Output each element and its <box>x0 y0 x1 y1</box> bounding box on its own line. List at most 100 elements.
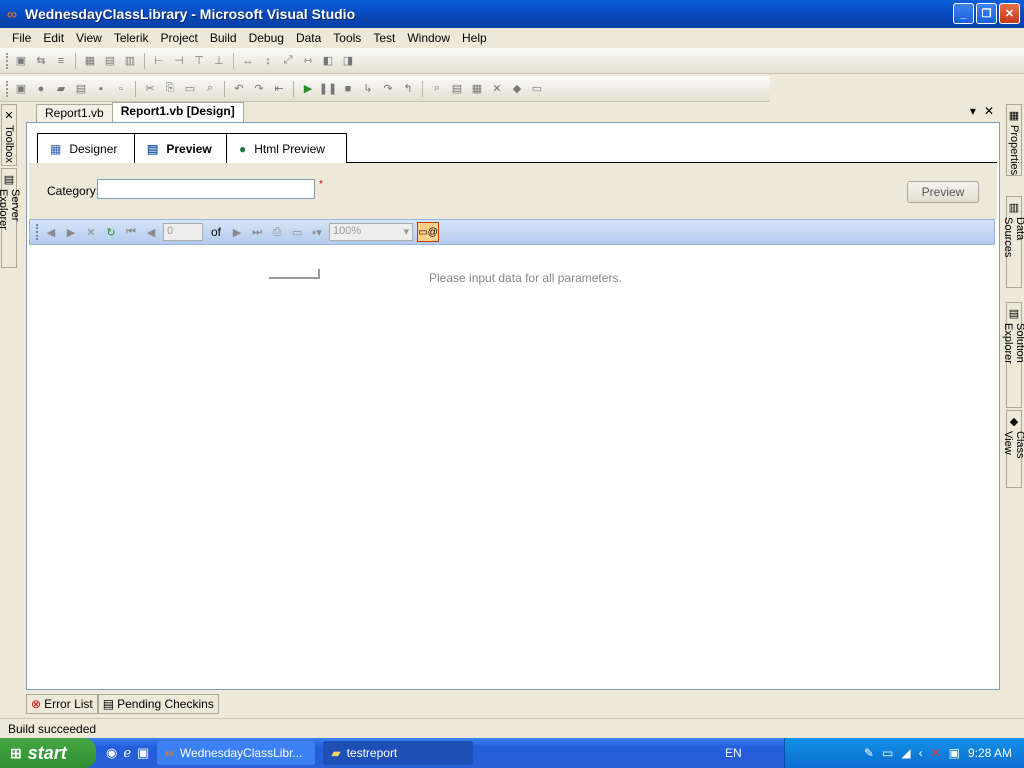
tab-designer[interactable]: ▦ Designer <box>37 133 135 163</box>
tab-pending-checkins[interactable]: ▤ Pending Checkins <box>97 694 219 714</box>
class-view-tab[interactable]: ◆ Class View <box>1002 410 1024 488</box>
volume-icon[interactable]: ◢ <box>901 746 910 760</box>
size-width-icon[interactable]: ↔ <box>240 53 256 69</box>
paste-icon[interactable]: ▭ <box>182 81 198 97</box>
server-explorer-tab[interactable]: ▤ Server Explorer <box>0 168 21 268</box>
solution-explorer-tab[interactable]: ▤ Solution Explorer <box>1002 302 1024 408</box>
find-icon[interactable]: ⌕ <box>202 81 218 97</box>
menu-build[interactable]: Build <box>204 31 243 45</box>
copy-icon[interactable]: ⎘ <box>162 81 178 97</box>
tab-list-icon[interactable]: ▾ <box>970 104 976 118</box>
menu-view[interactable]: View <box>70 31 108 45</box>
solution-icon[interactable]: ▤ <box>73 81 89 97</box>
network-icon[interactable]: ▭ <box>882 746 893 760</box>
menu-tools[interactable]: Tools <box>327 31 367 45</box>
menu-window[interactable]: Window <box>401 31 456 45</box>
align-icon[interactable]: ≡ <box>53 53 69 69</box>
solution-explorer-icon[interactable]: ▤ <box>449 81 465 97</box>
stop-icon[interactable]: ✕ <box>83 224 99 240</box>
close-button[interactable]: ✕ <box>999 3 1020 24</box>
open-folder-icon[interactable]: ▰ <box>53 81 69 97</box>
first-page-icon[interactable]: ⏮ <box>123 224 139 240</box>
page-number-input[interactable]: 0 <box>163 223 203 241</box>
step-out-icon[interactable]: ↰ <box>400 81 416 97</box>
cut-icon[interactable]: ✂ <box>142 81 158 97</box>
language-indicator[interactable]: EN <box>725 746 742 760</box>
internet-explorer-icon[interactable]: ℯ <box>123 745 131 761</box>
print-icon[interactable]: ⎙ <box>269 224 285 240</box>
back-icon[interactable]: ◀ <box>43 224 59 240</box>
properties-icon[interactable]: ▦ <box>469 81 485 97</box>
toolbox-tab[interactable]: ✕ Toolbox <box>1 104 17 166</box>
menu-data[interactable]: Data <box>290 31 327 45</box>
find-in-files-icon[interactable]: ⌕ <box>429 81 445 97</box>
minimize-button[interactable]: _ <box>953 3 974 24</box>
start-button[interactable]: ⊞ start <box>0 738 96 768</box>
toolbar-grip[interactable] <box>6 80 9 97</box>
close-document-icon[interactable]: ✕ <box>984 104 994 118</box>
last-page-icon[interactable]: ⏭ <box>249 224 265 240</box>
save-all-icon[interactable]: ▫ <box>113 81 129 97</box>
add-item-icon[interactable]: ● <box>33 81 49 97</box>
start-debug-icon[interactable]: ▶ <box>300 81 316 97</box>
align-right-icon[interactable]: ⊤ <box>191 53 207 69</box>
data-sources-tab[interactable]: ▥ Data Sources <box>1002 196 1024 288</box>
tray-icon[interactable]: ✎ <box>864 746 874 760</box>
antivirus-icon[interactable]: ✕ <box>931 746 941 760</box>
menu-help[interactable]: Help <box>456 31 493 45</box>
export-icon[interactable]: ▪▾ <box>309 224 325 240</box>
step-over-icon[interactable]: ↷ <box>380 81 396 97</box>
restore-button[interactable]: ❐ <box>976 3 997 24</box>
tab-report1-design[interactable]: Report1.vb [Design] <box>111 102 244 122</box>
category-input[interactable] <box>97 179 315 199</box>
save-icon[interactable]: ▪ <box>93 81 109 97</box>
menu-project[interactable]: Project <box>155 31 204 45</box>
menu-test[interactable]: Test <box>367 31 401 45</box>
tray-expand-icon[interactable]: ‹ <box>919 746 923 760</box>
new-item-icon[interactable]: ▣ <box>13 81 29 97</box>
align-top-icon[interactable]: ⊥ <box>211 53 227 69</box>
preview-button[interactable]: Preview <box>907 181 979 203</box>
clock[interactable]: 9:28 AM <box>968 746 1012 760</box>
sql-icon[interactable]: ▤ <box>102 53 118 69</box>
tab-order-icon[interactable]: ⇆ <box>33 53 49 69</box>
forward-icon[interactable]: ▶ <box>63 224 79 240</box>
undo-icon[interactable]: ↶ <box>231 81 247 97</box>
table-icon[interactable]: ▥ <box>122 53 138 69</box>
order-back-icon[interactable]: ◨ <box>340 53 356 69</box>
redo-icon[interactable]: ↷ <box>251 81 267 97</box>
tab-preview[interactable]: ▤ Preview <box>134 133 227 164</box>
align-left-icon[interactable]: ⊢ <box>151 53 167 69</box>
stop-icon[interactable]: ■ <box>340 81 356 97</box>
pause-icon[interactable]: ❚❚ <box>319 81 337 97</box>
start-page-icon[interactable]: ▭ <box>529 81 545 97</box>
step-into-icon[interactable]: ↳ <box>360 81 376 97</box>
grid-icon[interactable]: ▦ <box>82 53 98 69</box>
taskbar-item-visual-studio[interactable]: ∞ WednesdayClassLibr... <box>157 741 316 765</box>
title-bar[interactable]: ∞ WednesdayClassLibrary - Microsoft Visu… <box>0 0 1024 28</box>
navigate-icon[interactable]: ⇤ <box>271 81 287 97</box>
taskbar-item-testreport[interactable]: ▰ testreport <box>323 741 474 765</box>
menu-file[interactable]: File <box>6 31 37 45</box>
size-height-icon[interactable]: ↕ <box>260 53 276 69</box>
security-icon[interactable]: ▣ <box>949 746 960 760</box>
align-center-icon[interactable]: ⊣ <box>171 53 187 69</box>
menu-debug[interactable]: Debug <box>243 31 290 45</box>
next-page-icon[interactable]: ▶ <box>229 224 245 240</box>
previous-page-icon[interactable]: ◀ <box>143 224 159 240</box>
order-front-icon[interactable]: ◧ <box>320 53 336 69</box>
tab-error-list[interactable]: ⊗ Error List <box>26 694 98 714</box>
refresh-icon[interactable]: ↻ <box>103 224 119 240</box>
toolbox-icon[interactable]: ✕ <box>489 81 505 97</box>
object-browser-icon[interactable]: ◆ <box>509 81 525 97</box>
size-both-icon[interactable]: ⤢ <box>280 53 296 69</box>
vs-quicklaunch-icon[interactable]: ▣ <box>137 745 149 761</box>
toolbar-grip[interactable] <box>36 224 39 240</box>
spacing-icon[interactable]: ⇿ <box>300 53 316 69</box>
toolbar-grip[interactable] <box>6 52 9 69</box>
new-project-icon[interactable]: ▣ <box>13 53 29 69</box>
page-setup-icon[interactable]: ▭ <box>289 224 305 240</box>
tab-report1-vb[interactable]: Report1.vb <box>36 104 113 122</box>
parameters-toggle-button[interactable]: ▭@ <box>417 222 440 242</box>
tab-html-preview[interactable]: ● Html Preview <box>226 133 347 163</box>
